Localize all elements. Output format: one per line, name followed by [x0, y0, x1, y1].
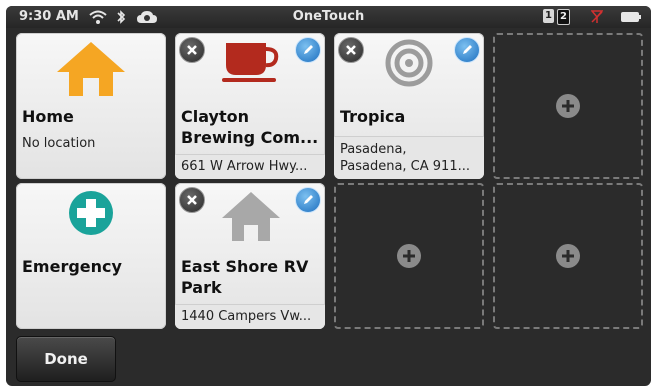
add-icon [403, 250, 415, 262]
tile-name-line1: East Shore RV [181, 257, 309, 276]
close-icon [187, 195, 197, 205]
device-screen: 9:30 AM OneTouch 1 2 Home No location Cl… [6, 6, 651, 386]
target-icon [385, 39, 433, 87]
empty-favorite-slot[interactable] [334, 183, 484, 329]
tile-name: Tropica [340, 107, 406, 126]
close-icon [187, 45, 197, 55]
add-favorite-button[interactable] [397, 244, 421, 268]
home-icon [222, 192, 280, 241]
delete-button[interactable] [338, 37, 364, 63]
add-favorite-button[interactable] [556, 94, 580, 118]
tile-address: 1440 Campers Vw... [181, 309, 312, 324]
pencil-icon [304, 195, 313, 204]
tile-name: Emergency [22, 257, 122, 276]
add-icon [562, 250, 574, 262]
favorite-east-shore-rv-park-tile[interactable]: East Shore RV Park 1440 Campers Vw... [175, 183, 325, 329]
sim2-indicator: 2 [557, 9, 570, 25]
edit-button[interactable] [454, 37, 480, 63]
tile-name-line2: Brewing Com... [181, 128, 319, 147]
pencil-icon [463, 45, 472, 54]
favorite-tropica-tile[interactable]: Tropica Pasadena, Pasadena, CA 911... [334, 33, 484, 179]
tile-name: Home [22, 107, 74, 126]
no-signal-icon [591, 10, 603, 23]
battery-icon [621, 12, 641, 22]
tile-subtitle: No location [22, 136, 96, 151]
tile-name-line1: Clayton [181, 107, 249, 126]
coffee-cup-icon [222, 43, 279, 82]
tile-address-band: Pasadena, Pasadena, CA 911... [334, 136, 484, 179]
delete-button[interactable] [179, 187, 205, 213]
edit-button[interactable] [295, 37, 321, 63]
empty-favorite-slot[interactable] [493, 183, 643, 329]
tile-address-band: 661 W Arrow Hwy... [175, 154, 325, 179]
add-icon [562, 100, 574, 112]
favorite-emergency-tile[interactable]: Emergency [16, 183, 166, 329]
edit-button[interactable] [295, 187, 321, 213]
favorite-home-tile[interactable]: Home No location [16, 33, 166, 179]
tile-address: 661 W Arrow Hwy... [181, 159, 308, 174]
home-icon [57, 42, 125, 96]
empty-favorite-slot[interactable] [493, 33, 643, 179]
status-bar: 9:30 AM OneTouch 1 2 [6, 6, 651, 28]
add-favorite-button[interactable] [556, 244, 580, 268]
close-icon [346, 45, 356, 55]
app-title: OneTouch [292, 9, 365, 24]
favorite-clayton-brewing-tile[interactable]: Clayton Brewing Com... 661 W Arrow Hwy..… [175, 33, 325, 179]
pencil-icon [304, 45, 313, 54]
tile-address-band: 1440 Campers Vw... [175, 304, 325, 329]
delete-button[interactable] [179, 37, 205, 63]
sim1-indicator: 1 [543, 9, 554, 23]
tile-address-line1: Pasadena, [340, 142, 407, 157]
done-button[interactable]: Done [16, 336, 116, 382]
tile-name-line2: Park [181, 278, 222, 297]
tile-address-line2: Pasadena, CA 911... [340, 159, 470, 174]
medical-plus-icon [69, 191, 113, 235]
